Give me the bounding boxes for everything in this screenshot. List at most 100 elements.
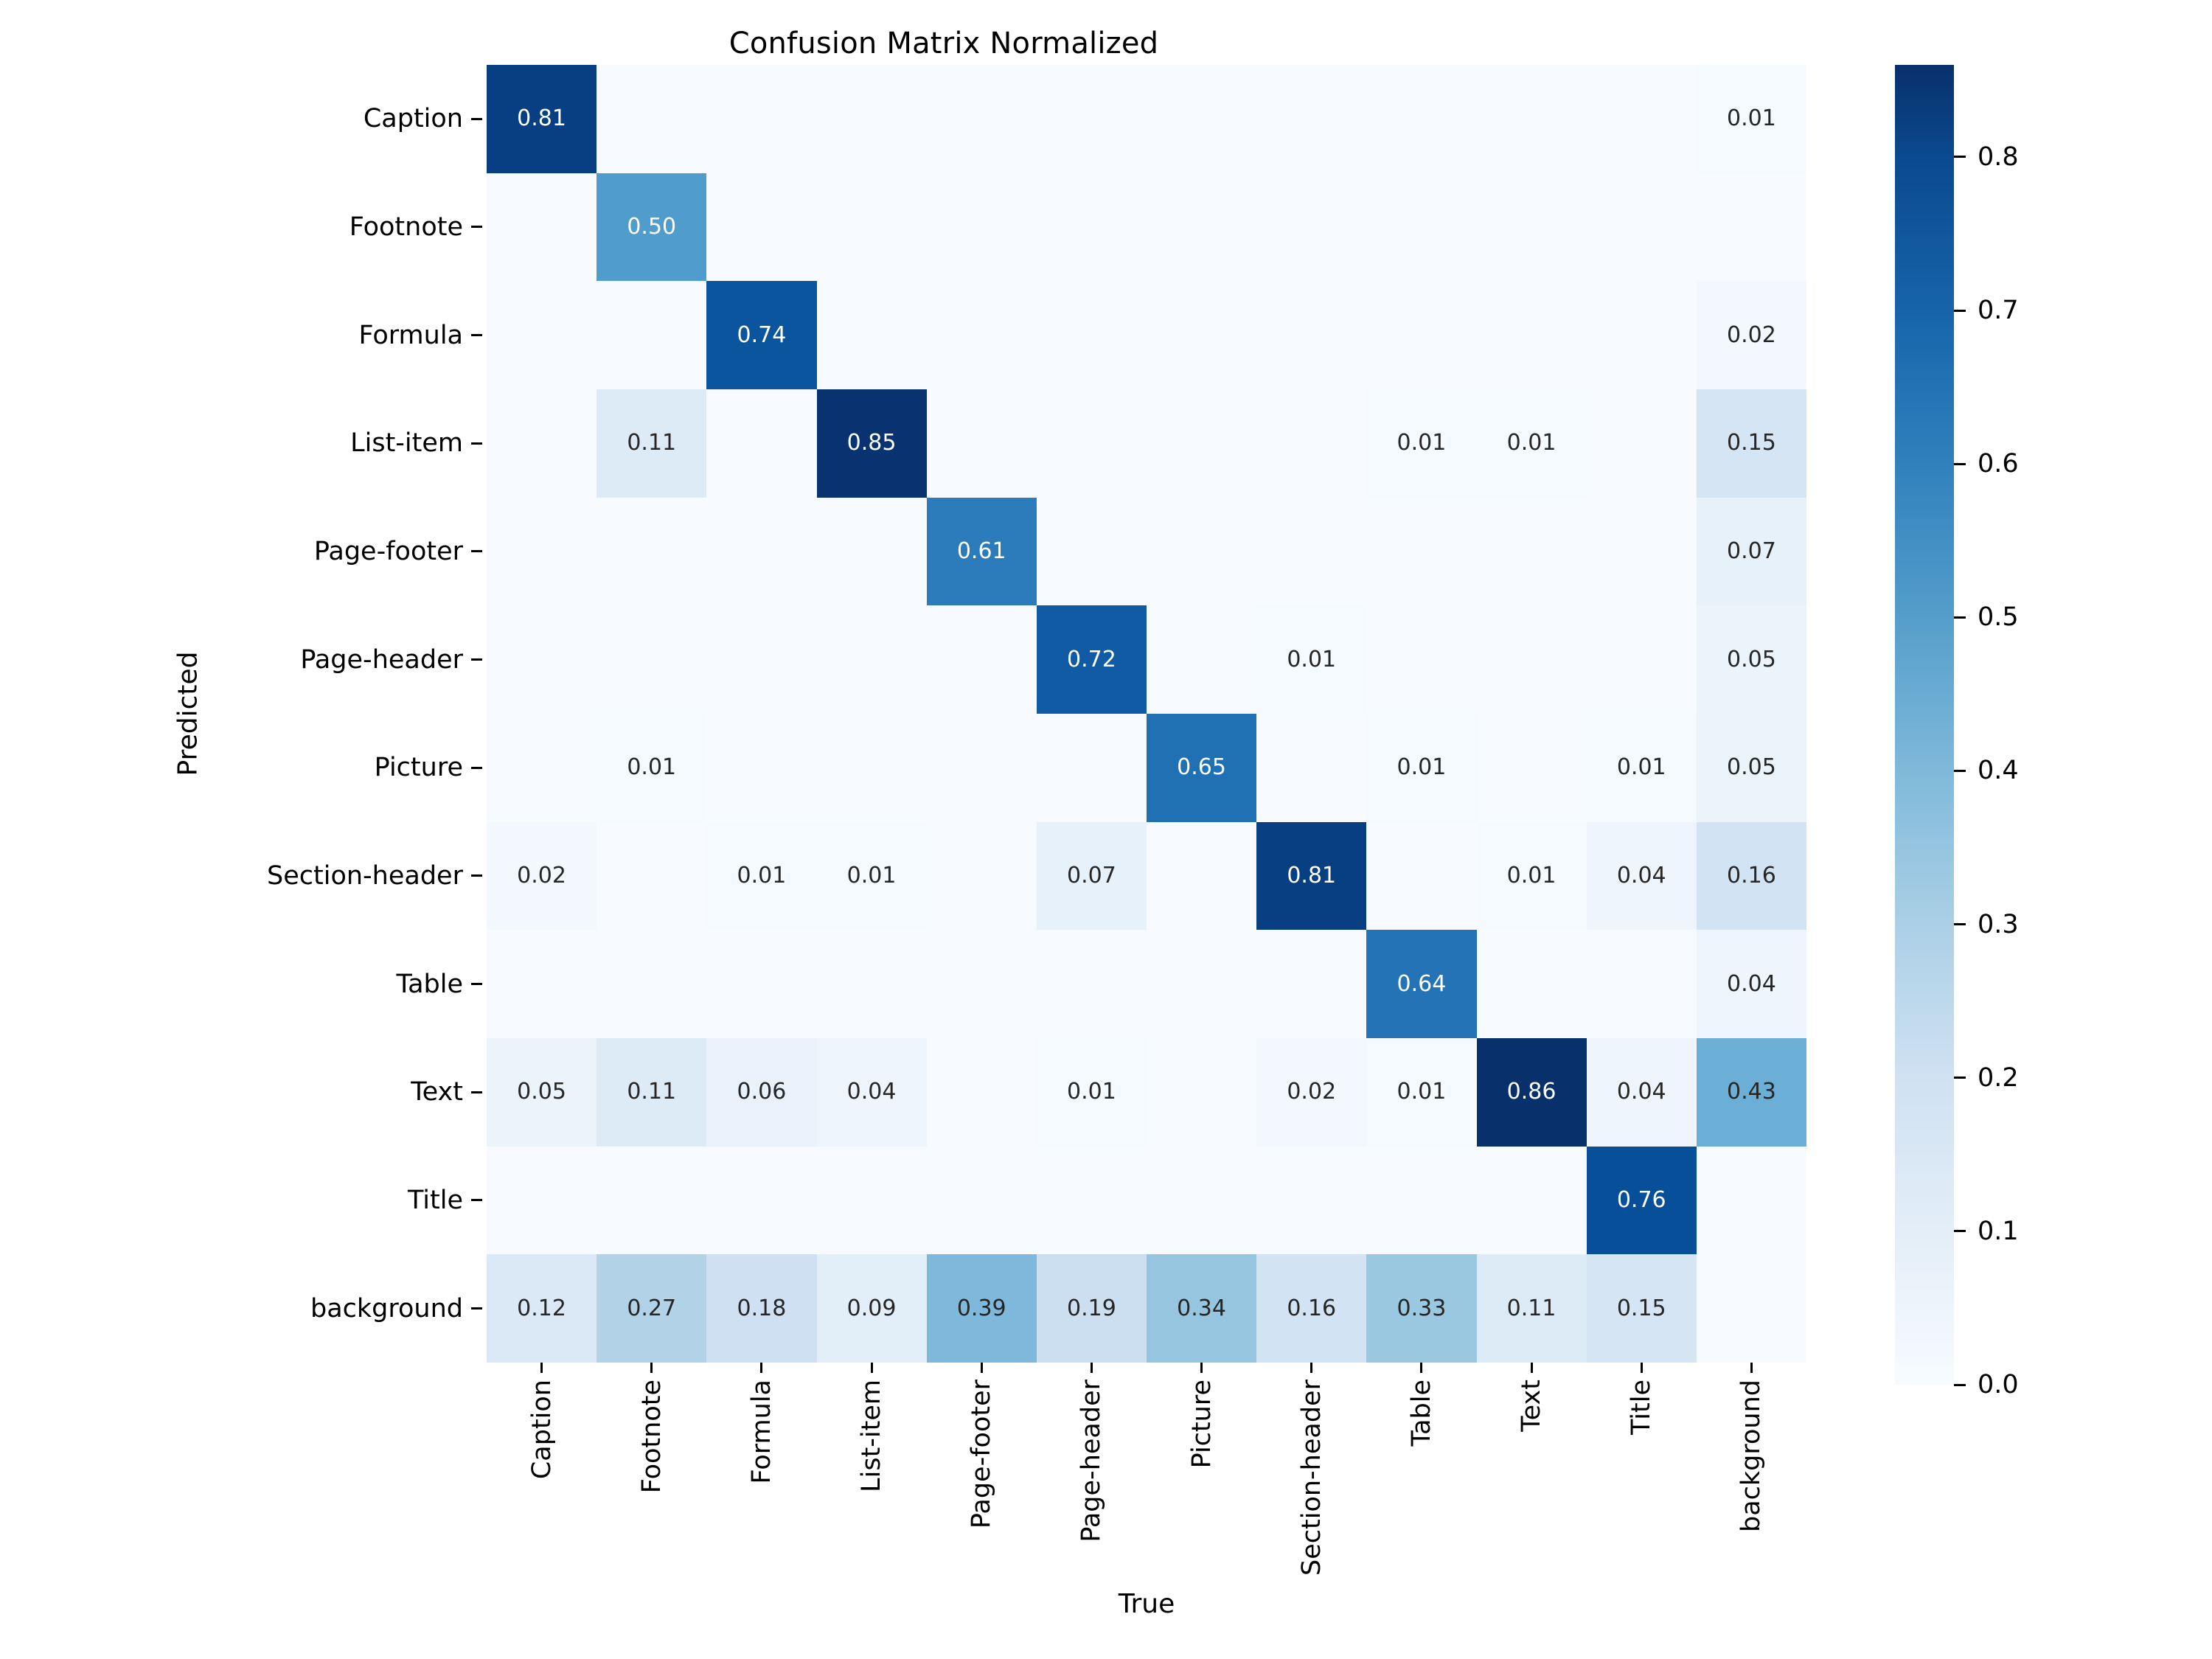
x-tick-formula: Formula: [706, 1363, 816, 1584]
x-tick-label: background: [1736, 1380, 1767, 1533]
heatmap-cell-value: 0.11: [627, 430, 677, 456]
heatmap-cell: 0.64: [1366, 930, 1477, 1038]
heatmap-cell-value: 0.01: [627, 754, 677, 781]
heatmap-cell: [1696, 1146, 1806, 1255]
heatmap-cell: [1256, 497, 1367, 606]
heatmap-cell: [706, 714, 817, 822]
x-tick-text: Text: [1477, 1363, 1587, 1584]
heatmap-cell-value: 0.05: [517, 1079, 566, 1105]
heatmap-cell: [816, 930, 927, 1038]
heatmap-cell: 0.02: [1256, 1038, 1367, 1147]
heatmap-cell: 0.16: [1696, 821, 1806, 931]
heatmap-cell: [1476, 714, 1587, 822]
y-tick-label: List-item: [350, 428, 463, 459]
heatmap-cell: [1366, 497, 1477, 606]
heatmap-cell-value: 0.01: [846, 862, 897, 888]
heatmap-cell: [1036, 497, 1147, 606]
heatmap-cell: [1036, 714, 1147, 822]
heatmap-cell: [1366, 1146, 1477, 1255]
x-tick-picture: Picture: [1147, 1363, 1256, 1584]
heatmap-cell: [487, 173, 597, 282]
y-tick-picture: Picture: [0, 714, 487, 822]
y-tick-label: Footnote: [349, 212, 463, 242]
heatmap-cell: 0.15: [1586, 1254, 1697, 1363]
colorbar-tick: 0.8: [1954, 142, 2019, 172]
heatmap-cell: 0.05: [1696, 714, 1806, 822]
heatmap-cell: 0.81: [1256, 821, 1367, 931]
y-tick-mark: [471, 658, 482, 661]
x-tick-label: Page-footer: [967, 1380, 997, 1529]
heatmap-cell-value: 0.81: [1287, 862, 1337, 888]
heatmap-cell-value: 0.64: [1397, 970, 1447, 997]
y-tick-mark: [471, 983, 482, 986]
heatmap-cell: 0.07: [1696, 497, 1806, 606]
heatmap-cell: 0.01: [1366, 389, 1477, 498]
y-tick-background: background: [0, 1254, 487, 1363]
colorbar-tick-label: 0.1: [1978, 1216, 2019, 1246]
heatmap-cell: [597, 497, 707, 606]
x-tick-footnote: Footnote: [597, 1363, 706, 1584]
heatmap-cell: [1147, 497, 1257, 606]
y-tick-table: Table: [0, 930, 487, 1038]
heatmap-cell: [487, 1146, 597, 1255]
heatmap-cell-value: 0.50: [627, 213, 677, 240]
x-tick-label: Page-header: [1077, 1380, 1107, 1543]
heatmap-cell: [1476, 173, 1587, 282]
heatmap-cell: [487, 281, 597, 389]
y-tick-label: Table: [396, 969, 463, 999]
x-tick-mark: [1420, 1363, 1423, 1373]
heatmap-cell-value: 0.72: [1067, 646, 1116, 672]
colorbar-tick-label: 0.3: [1978, 909, 2019, 939]
heatmap-cell: [597, 281, 707, 389]
heatmap-cell: [926, 389, 1037, 498]
heatmap-cell: [487, 605, 597, 714]
y-tick-mark: [471, 1307, 482, 1310]
y-tick-label: background: [310, 1293, 463, 1324]
heatmap-cell: 0.19: [1036, 1254, 1147, 1363]
heatmap-cell-value: 0.07: [1067, 862, 1116, 888]
heatmap-cell-value: 0.65: [1177, 754, 1226, 781]
heatmap-cell: 0.86: [1476, 1038, 1587, 1147]
heatmap-cell-value: 0.61: [956, 538, 1006, 564]
colorbar-tick-label: 0.0: [1978, 1370, 2019, 1399]
heatmap-cell: [1366, 281, 1477, 389]
colorbar-tick-mark: [1954, 1383, 1966, 1386]
heatmap-cell: [816, 281, 927, 389]
heatmap-cell: [1476, 65, 1587, 173]
heatmap-cell: 0.02: [1696, 281, 1806, 389]
heatmap-cell: [926, 605, 1037, 714]
colorbar-tick-label: 0.8: [1978, 142, 2019, 172]
heatmap-cell: [1476, 605, 1587, 714]
heatmap-cell: [1476, 1146, 1587, 1255]
x-tick-mark: [870, 1363, 873, 1373]
heatmap-cell-value: 0.02: [1287, 1079, 1337, 1105]
heatmap-cell: [1366, 65, 1477, 173]
heatmap-cell: [597, 65, 707, 173]
heatmap-plot-area: 0.81 0.01 0.50 0.74 0.02 0.11 0.85 0.01 0.01 0.15…: [487, 65, 1806, 1363]
heatmap-cell: [1147, 821, 1257, 931]
heatmap-cell: [597, 605, 707, 714]
colorbar-tick-mark: [1954, 1077, 1966, 1079]
heatmap-cell: 0.01: [1476, 821, 1587, 931]
heatmap-cell-value: 0.11: [1506, 1295, 1557, 1321]
colorbar-tick-labels: 0.0 0.1 0.2 0.3 0.4 0.5 0.6 0.7 0.8: [1954, 65, 2146, 1399]
x-tick-title: Title: [1587, 1363, 1697, 1584]
heatmap-cell: 0.05: [487, 1038, 597, 1147]
heatmap-cell-value: 0.81: [517, 105, 566, 132]
heatmap-cell: [1256, 389, 1367, 498]
y-tick-label: Page-footer: [313, 536, 463, 566]
heatmap-cell: [706, 389, 817, 498]
y-tick-mark: [471, 874, 482, 877]
heatmap-cell: 0.05: [1696, 605, 1806, 714]
heatmap-cell: [1366, 173, 1477, 282]
heatmap-cell: 0.01: [1366, 1038, 1477, 1147]
heatmap-cell: 0.34: [1147, 1254, 1257, 1363]
heatmap-cell: 0.50: [597, 173, 707, 282]
heatmap-cell: [487, 497, 597, 606]
heatmap-cell: [816, 65, 927, 173]
x-axis-tick-labels: Caption Footnote Formula List-item Page-foot…: [487, 1363, 1806, 1584]
colorbar: 0.0 0.1 0.2 0.3 0.4 0.5 0.6 0.7 0.8: [1895, 65, 2146, 1399]
heatmap-cell: [706, 930, 817, 1038]
heatmap-cell-value: 0.15: [1727, 430, 1776, 456]
colorbar-tick: 0.5: [1954, 602, 2019, 632]
